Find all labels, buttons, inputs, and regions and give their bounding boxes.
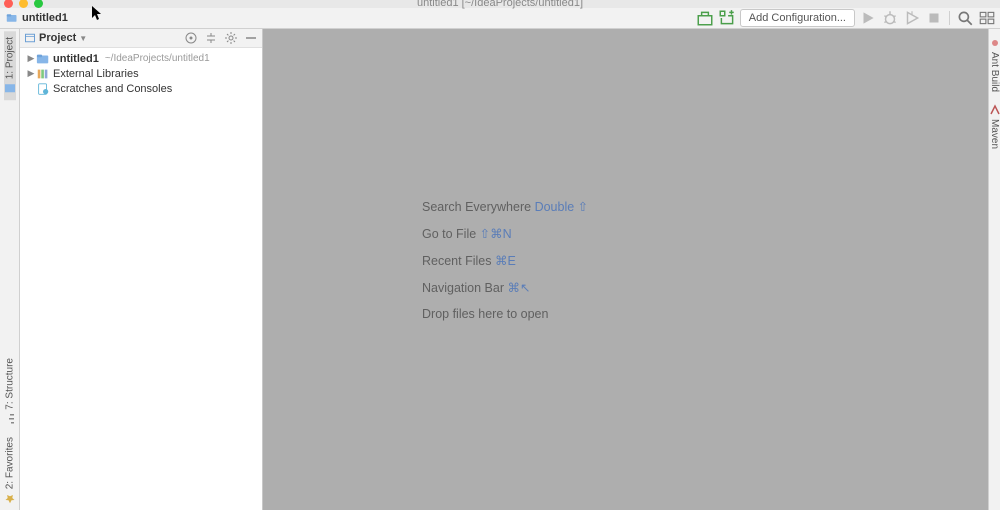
hint-shortcut: ⌘↖ [507, 281, 530, 295]
hint-row: Recent Files ⌘E [422, 253, 588, 268]
tree-path: ~/IdeaProjects/untitled1 [105, 53, 210, 64]
maven-tool-label: Maven [989, 119, 1000, 149]
hint-text: Navigation Bar [422, 281, 507, 295]
chevron-down-icon: ▼ [79, 34, 87, 43]
structure-tool-label: 7: Structure [4, 358, 15, 410]
tree-row-project-root[interactable]: ▶ untitled1 ~/IdeaProjects/untitled1 [20, 51, 262, 66]
hint-shortcut: Double ⇧ [535, 200, 589, 214]
hint-row: Go to File ⇧⌘N [422, 226, 588, 241]
run-config-dropdown[interactable]: Add Configuration... [740, 9, 855, 27]
tree-row-external-libs[interactable]: ▶ External Libraries [20, 66, 262, 81]
maven-icon [989, 104, 1000, 116]
project-tool-window: Project ▼ ▶ [20, 29, 263, 510]
project-tool-tab[interactable]: 1: Project [4, 31, 16, 100]
gear-icon[interactable] [224, 31, 238, 45]
debug-button[interactable] [881, 9, 899, 27]
breadcrumb[interactable]: untitled1 [6, 12, 68, 24]
search-everywhere-button[interactable] [956, 9, 974, 27]
left-tool-gutter: 1: Project 7: Structure 2: Favorites [0, 29, 20, 510]
right-tool-gutter: Ant Build Maven [988, 29, 1000, 510]
tree-label: Scratches and Consoles [53, 83, 172, 95]
window-title: untitled1 [~/IdeaProjects/untitled1] [0, 0, 1000, 9]
structure-tool-icon [4, 413, 16, 425]
titlebar: untitled1 [~/IdeaProjects/untitled1] [0, 0, 1000, 8]
project-structure-button[interactable] [978, 9, 996, 27]
breadcrumb-project: untitled1 [22, 12, 68, 24]
make-project-button[interactable] [696, 9, 714, 27]
library-icon [36, 67, 50, 81]
toolbar-right: Add Configuration... [696, 9, 996, 27]
hint-row: Navigation Bar ⌘↖ [422, 280, 588, 295]
project-view-dropdown[interactable]: Project ▼ [24, 32, 87, 44]
folder-icon [36, 52, 50, 66]
run-button[interactable] [859, 9, 877, 27]
favorites-tool-label: 2: Favorites [4, 437, 15, 489]
folder-icon [6, 12, 18, 24]
project-view-icon [24, 32, 36, 44]
empty-editor-hints: Search Everywhere Double ⇧ Go to File ⇧⌘… [422, 199, 588, 333]
favorites-tool-icon [4, 492, 16, 504]
maven-tool-tab[interactable]: Maven [989, 98, 1000, 155]
collapse-all-icon[interactable] [204, 31, 218, 45]
build-button[interactable] [718, 9, 736, 27]
expand-arrow-icon[interactable]: ▶ [26, 68, 36, 79]
project-tree: ▶ untitled1 ~/IdeaProjects/untitled1 ▶ E… [20, 48, 262, 99]
project-panel-header: Project ▼ [20, 29, 262, 48]
tree-label: External Libraries [53, 68, 139, 80]
tree-label: untitled1 [53, 53, 99, 65]
run-config-label: Add Configuration... [749, 12, 846, 24]
project-tool-icon [4, 82, 16, 94]
run-with-coverage-button[interactable] [903, 9, 921, 27]
toolbar-separator [949, 11, 950, 25]
stop-button[interactable] [925, 9, 943, 27]
structure-tool-tab[interactable]: 7: Structure [4, 352, 16, 431]
locate-icon[interactable] [184, 31, 198, 45]
navigation-bar: untitled1 Add Configuration... [0, 8, 1000, 29]
scratch-icon [36, 82, 50, 96]
expand-arrow-icon[interactable]: ▶ [26, 53, 36, 64]
favorites-tool-tab[interactable]: 2: Favorites [4, 431, 16, 510]
hint-shortcut: ⌘E [495, 254, 516, 268]
project-view-label: Project [39, 32, 76, 44]
project-tool-label: 1: Project [4, 37, 15, 79]
hide-icon[interactable] [244, 31, 258, 45]
hint-shortcut: ⇧⌘N [480, 227, 512, 241]
hint-text: Drop files here to open [422, 307, 548, 321]
editor-area[interactable]: Search Everywhere Double ⇧ Go to File ⇧⌘… [263, 29, 988, 510]
ant-tool-label: Ant Build [989, 52, 1000, 92]
hint-text: Search Everywhere [422, 200, 535, 214]
ant-icon [989, 37, 1000, 49]
hint-row: Search Everywhere Double ⇧ [422, 199, 588, 214]
tree-row-scratches[interactable]: Scratches and Consoles [20, 81, 262, 96]
ant-tool-tab[interactable]: Ant Build [989, 31, 1000, 98]
hint-row: Drop files here to open [422, 307, 588, 321]
hint-text: Recent Files [422, 254, 495, 268]
hint-text: Go to File [422, 227, 480, 241]
